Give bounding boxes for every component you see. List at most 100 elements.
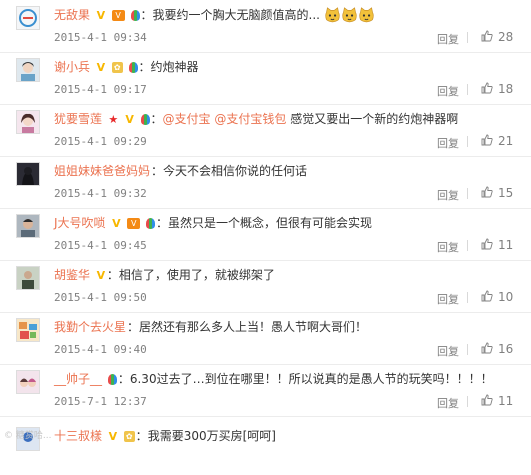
- verified-v-icon: V: [96, 61, 106, 74]
- vip-icon: V: [111, 10, 125, 21]
- avatar[interactable]: [16, 266, 40, 290]
- avatar[interactable]: [16, 318, 40, 342]
- timestamp: 2015-4-1 09:34: [54, 31, 147, 44]
- cat-face-emoji-icon: [341, 7, 358, 24]
- timestamp: 2015-7-1 12:37: [54, 395, 147, 408]
- timestamp: 2015-4-1 09:29: [54, 135, 147, 148]
- reply-button[interactable]: 回复: [437, 83, 459, 99]
- divider: [467, 188, 468, 199]
- comment-item: 我勤个去火星：居然还有那么多人上当！愚人节啊大哥们！ 2015-4-1 09:4…: [0, 312, 531, 365]
- verified-v-icon: V: [108, 430, 118, 443]
- like-count: 28: [498, 30, 514, 44]
- timestamp: 2015-4-1 09:40: [54, 343, 147, 356]
- reply-button[interactable]: 回复: [437, 187, 459, 203]
- like-button[interactable]: 15: [481, 186, 513, 200]
- avatar[interactable]: [16, 214, 40, 238]
- vip-icon: V: [127, 218, 141, 229]
- mention-link[interactable]: @支付宝: [163, 112, 211, 126]
- like-count: 10: [498, 290, 514, 304]
- comment-text: 约炮神器: [150, 60, 199, 74]
- comment-text: 今天不会相信你说的任何话: [163, 164, 308, 178]
- username[interactable]: 谢小兵: [54, 60, 90, 74]
- like-button[interactable]: 16: [481, 342, 513, 356]
- avatar[interactable]: [16, 110, 40, 134]
- like-button[interactable]: 18: [481, 82, 513, 96]
- username[interactable]: 犹要雪莲: [54, 112, 102, 126]
- divider: [467, 136, 468, 147]
- timestamp: 2015-4-1 09:17: [54, 83, 147, 96]
- like-button[interactable]: 28: [481, 30, 513, 44]
- divider: [467, 32, 468, 43]
- reply-button[interactable]: 回复: [437, 395, 459, 411]
- comment-text: 我需要300万买房[呵呵]: [147, 429, 276, 443]
- comment-text: 我要约一个胸大无脑颜值高的...: [152, 8, 320, 22]
- comment-text: 6.30过去了…到位在哪里！！所以说真的是愚人节的玩笑吗！！！！: [129, 372, 493, 386]
- like-count: 15: [498, 186, 514, 200]
- balloon-icon: [130, 10, 140, 21]
- reply-button[interactable]: 回复: [437, 291, 459, 307]
- comment-text: 感觉又要出一个新的约炮神器啊: [290, 112, 459, 126]
- thumb-up-icon: [481, 82, 493, 94]
- divider: [467, 344, 468, 355]
- comment-item: __帅子__ ：6.30过去了…到位在哪里！！所以说真的是愚人节的玩笑吗！！！！…: [0, 364, 531, 417]
- username[interactable]: 无敌果: [54, 8, 90, 22]
- divider: [467, 84, 468, 95]
- thumb-up-icon: [481, 394, 493, 406]
- timestamp: 2015-4-1 09:45: [54, 239, 147, 252]
- username[interactable]: 十三叔樣: [54, 429, 102, 443]
- comment-item: 犹要雪莲 ★ V ：@支付宝 @支付宝钱包 感觉又要出一个新的约炮神器啊 201…: [0, 104, 531, 157]
- divider: [467, 292, 468, 303]
- verified-v-icon: V: [125, 113, 134, 126]
- balloon-icon: [146, 218, 156, 229]
- watermark: © 糖赏哈...: [4, 431, 52, 441]
- like-count: 18: [498, 82, 514, 96]
- like-button[interactable]: 21: [481, 134, 513, 148]
- thumb-up-icon: [481, 238, 493, 250]
- verified-v-icon: V: [112, 217, 121, 230]
- verified-v-icon: V: [96, 269, 106, 282]
- reply-button[interactable]: 回复: [437, 239, 459, 255]
- avatar[interactable]: [16, 58, 40, 82]
- divider: [467, 240, 468, 251]
- comment-text: 相信了，使用了，就被绑架了: [118, 268, 275, 282]
- username[interactable]: 胡鉴华: [54, 268, 90, 282]
- username[interactable]: 我勤个去火星: [54, 320, 126, 334]
- like-count: 16: [498, 342, 514, 356]
- like-count: 21: [498, 134, 514, 148]
- thumb-up-icon: [481, 30, 493, 42]
- like-count: 11: [498, 238, 514, 252]
- timestamp: 2015-4-1 09:50: [54, 291, 147, 304]
- mention-link[interactable]: @支付宝钱包: [214, 112, 286, 126]
- comment-text: 虽然只是一个概念，但很有可能会实现: [168, 216, 373, 230]
- verified-v-icon: V: [96, 9, 106, 22]
- balloon-icon: [107, 374, 117, 385]
- like-button[interactable]: 11: [481, 238, 513, 252]
- comment-item: 无敌果 V V ：我要约一个胸大无脑颜值高的... 2015-4-1 09:34…: [0, 0, 531, 53]
- thumb-up-icon: [481, 290, 493, 302]
- avatar[interactable]: [16, 162, 40, 186]
- thumb-up-icon: [481, 186, 493, 198]
- avatar[interactable]: [16, 6, 40, 30]
- comment-item: J大号吹唢 V V ：虽然只是一个概念，但很有可能会实现 2015-4-1 09…: [0, 208, 531, 261]
- like-button[interactable]: 11: [481, 394, 513, 408]
- thumb-up-icon: [481, 342, 493, 354]
- comment-item: 姐姐妹妹爸爸妈妈：今天不会相信你说的任何话 2015-4-1 09:32 回复 …: [0, 156, 531, 209]
- star-icon: ★: [108, 113, 119, 126]
- thumb-up-icon: [481, 134, 493, 146]
- comment-text: 居然还有那么多人上当！愚人节啊大哥们！: [139, 320, 368, 334]
- reply-button[interactable]: 回复: [437, 135, 459, 151]
- comment-list: 无敌果 V V ：我要约一个胸大无脑颜值高的... 2015-4-1 09:34…: [0, 0, 531, 451]
- username[interactable]: 姐姐妹妹爸爸妈妈: [54, 164, 150, 178]
- like-count: 11: [498, 394, 514, 408]
- club-icon: ✿: [123, 431, 135, 442]
- avatar[interactable]: [16, 370, 40, 394]
- username[interactable]: J大号吹唢: [54, 216, 106, 230]
- username[interactable]: __帅子__: [54, 372, 102, 386]
- balloon-icon: [128, 62, 138, 73]
- reply-button[interactable]: 回复: [437, 31, 459, 47]
- cat-face-emoji-icon: [358, 7, 375, 24]
- like-button[interactable]: 10: [481, 290, 513, 304]
- comment-item: 十三叔樣 V ✿ ：我需要300万买房[呵呵]: [0, 423, 531, 475]
- reply-button[interactable]: 回复: [437, 343, 459, 359]
- cat-face-emoji-icon: [324, 7, 341, 24]
